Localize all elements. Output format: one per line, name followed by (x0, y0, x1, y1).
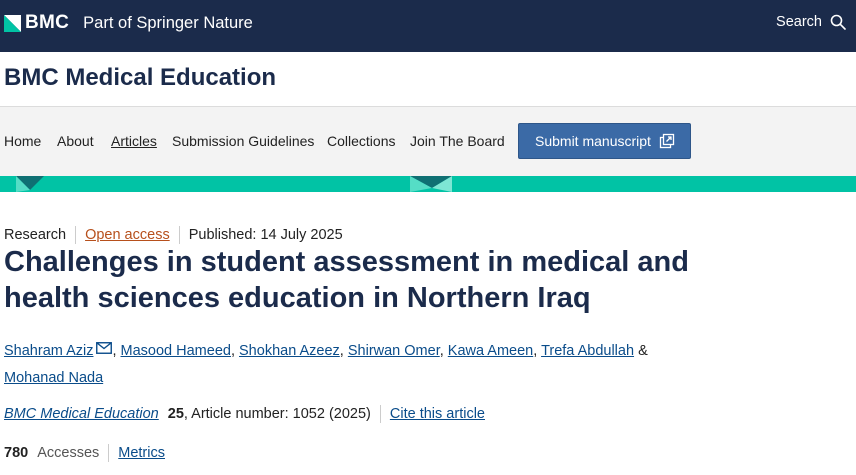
author-link[interactable]: Kawa Ameen (448, 343, 533, 359)
journal-header: BMC Medical Education (0, 52, 856, 106)
mail-icon[interactable] (96, 337, 113, 354)
article-meta: Research Open access Published: 14 July … (4, 226, 343, 244)
article-number: , Article number: 1052 (2025) (183, 406, 371, 422)
nav-join-the-board[interactable]: Join The Board (410, 133, 505, 149)
article-title: Challenges in student assessment in medi… (4, 246, 689, 314)
nav-home[interactable]: Home (4, 133, 41, 149)
author-last-separator: & (638, 343, 648, 359)
author-link[interactable]: Shokhan Azeez (239, 343, 340, 359)
accesses-count: 780 (4, 445, 29, 461)
citation-line: BMC Medical Education 25, Article number… (4, 405, 485, 423)
author-separator: , (339, 343, 344, 359)
metrics-link[interactable]: Metrics (118, 445, 165, 461)
author-separator: , (112, 343, 117, 359)
top-brand-bar: BMC Part of Springer Nature Search (0, 0, 856, 52)
journal-title[interactable]: BMC Medical Education (4, 64, 276, 92)
nav-about[interactable]: About (57, 133, 94, 149)
cite-this-article-link[interactable]: Cite this article (390, 406, 485, 422)
author-link[interactable]: Mohanad Nada (4, 370, 103, 386)
search-label: Search (776, 14, 822, 30)
submit-manuscript-label: Submit manuscript (535, 133, 651, 149)
author-separator: , (533, 343, 538, 359)
author-link[interactable]: Shahram Aziz (4, 343, 93, 359)
external-link-icon (659, 133, 675, 149)
search-button[interactable]: Search (776, 14, 846, 30)
brand-logo[interactable]: BMC Part of Springer Nature (4, 12, 253, 34)
submit-manuscript-button[interactable]: Submit manuscript (518, 123, 691, 159)
nav-submission-guidelines[interactable]: Submission Guidelines (172, 133, 314, 149)
metrics-divider (108, 444, 110, 462)
published-date: Published: 14 July 2025 (188, 227, 343, 243)
article-metrics: 780 Accesses Metrics (4, 444, 165, 462)
decorative-band (0, 176, 856, 192)
author-link[interactable]: Trefa Abdullah (541, 343, 634, 359)
author-link[interactable]: Masood Hameed (121, 343, 231, 359)
meta-divider (75, 226, 77, 244)
article-type: Research (4, 227, 67, 243)
brand-name: BMC (25, 12, 70, 33)
author-link[interactable]: Shirwan Omer (348, 343, 440, 359)
author-list: Shahram Aziz, Masood Hameed, Shokhan Aze… (4, 337, 744, 392)
journal-nav: Home About Articles Submission Guideline… (0, 106, 856, 176)
author-separator: , (230, 343, 235, 359)
brand-subtitle: Part of Springer Nature (83, 13, 253, 32)
bmc-logo-icon (4, 14, 21, 32)
meta-divider (178, 226, 180, 244)
search-icon (830, 14, 846, 30)
band-pattern-icon (16, 176, 452, 192)
journal-link[interactable]: BMC Medical Education (4, 406, 159, 422)
accesses-label: Accesses (37, 445, 100, 461)
nav-articles[interactable]: Articles (111, 133, 157, 149)
nav-collections[interactable]: Collections (327, 133, 395, 149)
open-access-link[interactable]: Open access (85, 227, 170, 243)
author-separator: , (439, 343, 444, 359)
volume-number: 25 (167, 406, 184, 422)
citation-divider (379, 405, 381, 423)
